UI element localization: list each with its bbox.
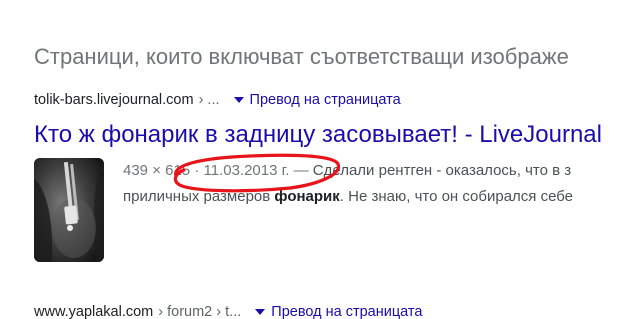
translate-page-link[interactable]: Превод на страницата xyxy=(250,92,401,108)
result-title-link[interactable]: Кто ж фонарик в задницу засовывает! - Li… xyxy=(34,121,602,149)
image-dimensions: 439 × 615 xyxy=(123,162,191,179)
breadcrumb-path: › forum2 › t... xyxy=(158,304,242,319)
result-snippet-line: 439 × 615 · 11.03.2013 г. — Сделали рент… xyxy=(123,162,571,179)
chevron-down-icon[interactable] xyxy=(255,309,266,315)
result-snippet-line: приличных размеров фонарик. Не знаю, что… xyxy=(123,188,573,205)
snippet-text: . Не знаю, что он собирался себе xyxy=(339,188,574,205)
snippet-highlight: фонарик xyxy=(274,188,340,205)
snippet-text: Сделали рентген - оказалось, что в з xyxy=(312,162,572,179)
section-heading: Страници, които включват съответстващи и… xyxy=(34,44,569,69)
result-breadcrumb: www.yaplakal.com › forum2 › t... Превод … xyxy=(34,304,422,319)
result-date: 11.03.2013 г. xyxy=(203,162,290,179)
result-breadcrumb: tolik-bars.livejournal.com › ... Превод … xyxy=(34,92,401,108)
breadcrumb-path: › ... xyxy=(198,92,220,108)
result-thumbnail-image[interactable] xyxy=(34,158,104,262)
snippet-text: приличных размеров xyxy=(123,188,275,205)
xray-image-icon xyxy=(34,158,104,262)
meta-dash: — xyxy=(293,162,309,179)
translate-page-link[interactable]: Превод на страницата xyxy=(271,304,422,319)
result-domain[interactable]: tolik-bars.livejournal.com xyxy=(34,92,194,108)
result-domain[interactable]: www.yaplakal.com xyxy=(34,304,153,319)
search-results-page: Страници, които включват съответстващи и… xyxy=(0,0,640,319)
chevron-down-icon[interactable] xyxy=(233,97,244,103)
meta-separator: · xyxy=(194,162,200,179)
